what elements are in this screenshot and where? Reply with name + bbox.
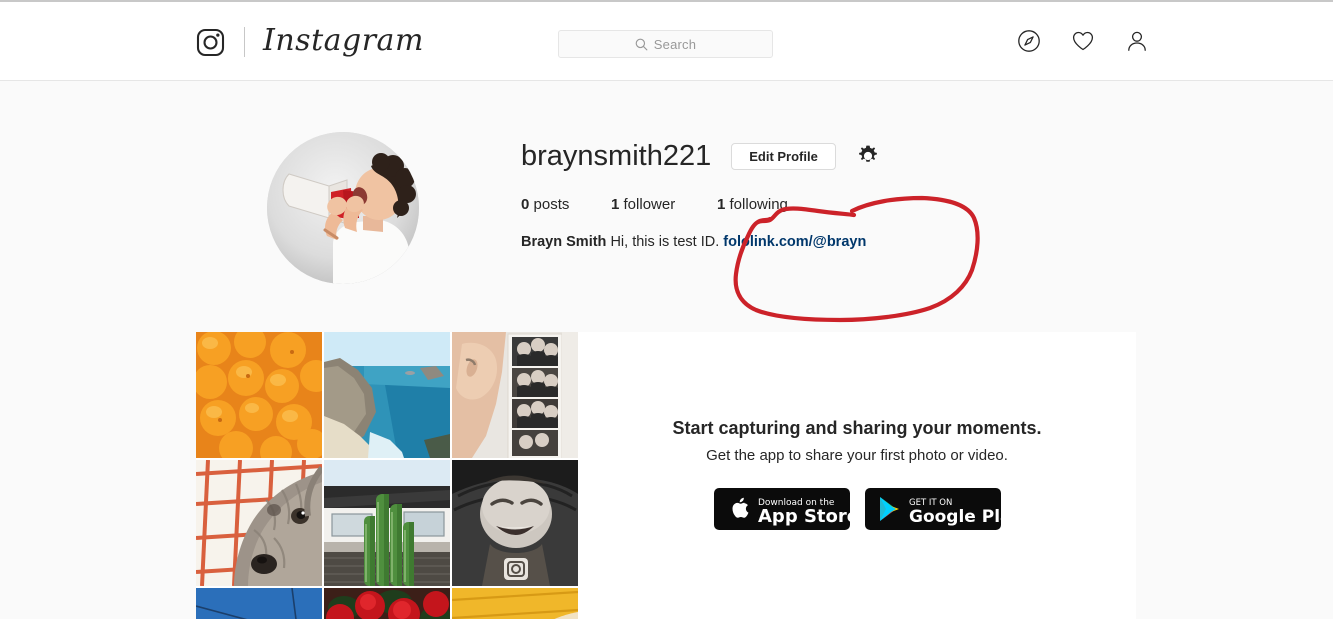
instagram-logo-group[interactable]: Instagram xyxy=(196,23,424,61)
avatar-image xyxy=(267,132,419,284)
username-row: braynsmith221 Edit Profile xyxy=(521,137,1121,175)
photo-tile-photobooth[interactable] xyxy=(452,332,578,458)
photo-tile-coastline[interactable] xyxy=(324,332,450,458)
photo-tile-dog[interactable] xyxy=(196,460,322,586)
stat-followers-count: 1 xyxy=(611,196,620,213)
edit-profile-button[interactable]: Edit Profile xyxy=(731,142,836,170)
empty-state: Start capturing and sharing your moments… xyxy=(578,332,1136,619)
stat-following-label: following xyxy=(729,196,788,213)
svg-text:App Store: App Store xyxy=(758,506,850,527)
bio-text: Hi, this is test ID. xyxy=(610,234,720,250)
explore-compass-icon[interactable] xyxy=(1017,29,1041,53)
profile-bio: Brayn Smith Hi, this is test ID. fololin… xyxy=(521,233,1121,252)
photo-tile-baby[interactable] xyxy=(452,460,578,586)
svg-text:Google Play: Google Play xyxy=(909,507,1001,527)
profile-person-icon[interactable] xyxy=(1125,29,1149,53)
photo-tile-flowers[interactable] xyxy=(324,588,450,619)
instagram-camera-icon[interactable] xyxy=(196,28,225,57)
stat-following[interactable]: 1 following xyxy=(717,196,788,213)
top-navigation-bar: Instagram Search xyxy=(0,2,1333,81)
instagram-wordmark[interactable]: Instagram xyxy=(263,25,424,59)
gear-icon[interactable] xyxy=(856,144,880,168)
activity-heart-icon[interactable] xyxy=(1071,29,1095,53)
content-card: Start capturing and sharing your moments… xyxy=(196,332,1136,619)
google-play-badge[interactable]: GET IT ON Google Play xyxy=(864,487,1001,530)
photo-tile-oranges[interactable] xyxy=(196,332,322,458)
empty-state-subtitle: Get the app to share your first photo or… xyxy=(706,446,1008,464)
bio-website-link[interactable]: fololink.com/@brayn xyxy=(723,234,866,250)
stat-posts[interactable]: 0 posts xyxy=(521,196,611,213)
app-badges: Download on the App Store GET IT ON Goog… xyxy=(713,487,1001,530)
search-placeholder-text: Search xyxy=(653,36,697,52)
navbar-icon-group xyxy=(1017,29,1149,53)
photo-grid xyxy=(196,332,578,619)
photo-tile-sky[interactable] xyxy=(196,588,322,619)
search-icon xyxy=(635,38,648,50)
search-input[interactable]: Search xyxy=(558,30,773,58)
stat-followers[interactable]: 1 follower xyxy=(611,196,717,213)
profile-meta: braynsmith221 Edit Profile 0 posts 1 fol… xyxy=(521,137,1121,252)
logo-divider xyxy=(244,27,245,57)
page-title: braynsmith221 xyxy=(521,140,712,172)
empty-state-title: Start capturing and sharing your moments… xyxy=(672,417,1042,438)
stat-posts-count: 0 xyxy=(521,196,530,213)
photo-tile-golden[interactable] xyxy=(452,588,578,619)
app-store-badge[interactable]: Download on the App Store xyxy=(713,487,850,530)
photo-tile-cactus[interactable] xyxy=(324,460,450,586)
stat-posts-label: posts xyxy=(533,196,570,213)
avatar[interactable] xyxy=(267,132,419,284)
profile-stats: 0 posts 1 follower 1 following xyxy=(521,196,1121,213)
bio-full-name: Brayn Smith xyxy=(521,234,607,250)
profile-header: braynsmith221 Edit Profile 0 posts 1 fol… xyxy=(196,112,1136,322)
stat-following-count: 1 xyxy=(717,196,726,213)
stat-followers-label: follower xyxy=(623,196,676,213)
